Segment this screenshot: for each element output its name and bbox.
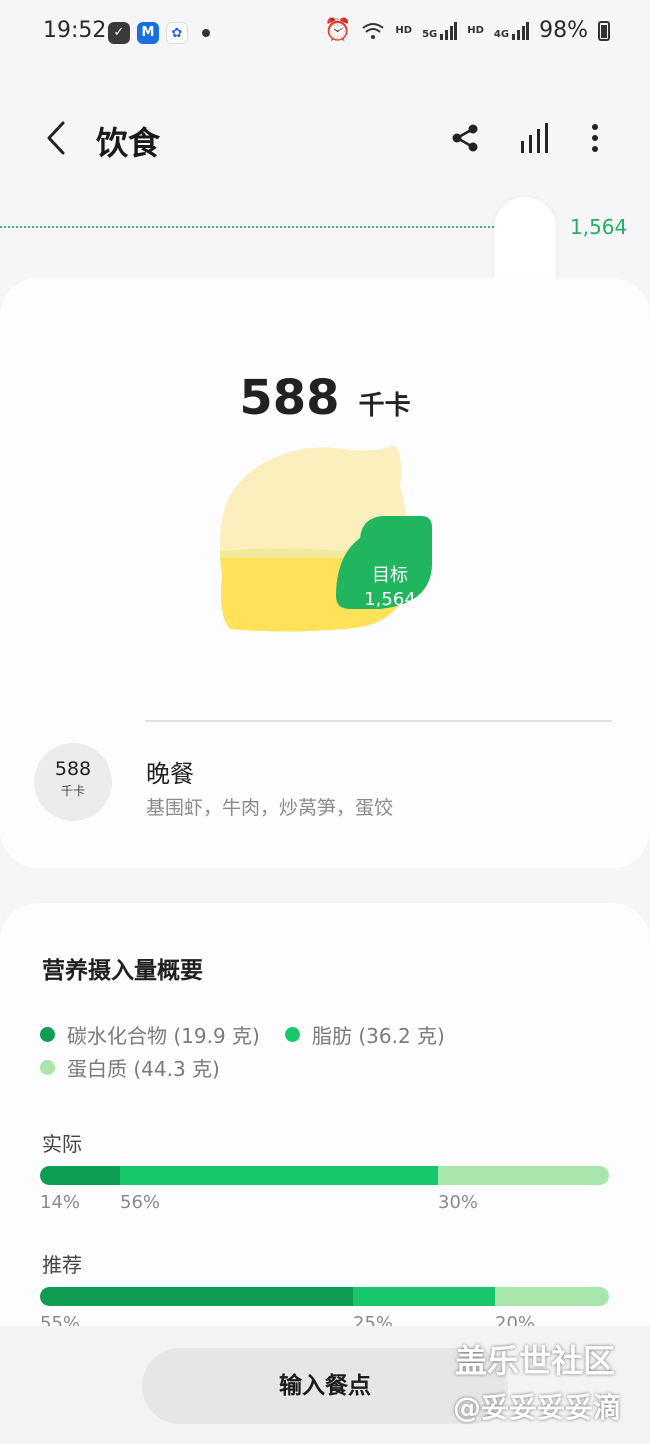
network-type-1: 5G: [422, 28, 438, 40]
legend-dot: [40, 1060, 55, 1075]
calorie-value: 588: [239, 370, 340, 426]
bottom-action-area: 输入餐点 盖乐世社区 @妥妥妥妥滴: [0, 1326, 650, 1444]
actual-bar: [40, 1166, 609, 1185]
watermark-line-2: @妥妥妥妥滴: [453, 1391, 622, 1424]
network-type-2: 4G: [493, 28, 510, 40]
notification-app-icon: ✓: [108, 22, 130, 44]
notification-m-icon: M: [137, 22, 159, 44]
recommended-label: 推荐: [42, 1253, 82, 1277]
app-header: 饮食: [0, 96, 650, 180]
calorie-card: 588 千卡 目标 1,564 588 千卡 晚餐 基围虾，牛肉，炒莴笋，蛋饺: [0, 278, 650, 868]
fat-segment: [352, 1287, 496, 1306]
protein-segment: [495, 1287, 609, 1306]
hd-badge-1: HD: [395, 25, 413, 36]
more-options-button[interactable]: [575, 118, 615, 158]
legend-dot: [40, 1027, 55, 1042]
meal-calorie-badge: 588 千卡: [34, 743, 112, 821]
legend-protein-label: 蛋白质 (44.3 克): [67, 1057, 220, 1081]
legend-protein: 蛋白质 (44.3 克): [40, 1053, 220, 1082]
status-right: ⏰ HD 5G HD 4G 98%: [324, 18, 610, 43]
legend-carbs: 碳水化合物 (19.9 克): [40, 1020, 260, 1049]
signal-icon: [440, 21, 458, 40]
actual-label: 实际: [42, 1132, 82, 1156]
share-button[interactable]: [445, 118, 485, 158]
wifi-icon: [362, 22, 385, 39]
trends-button[interactable]: [514, 118, 554, 158]
signal-1: 5G: [422, 21, 458, 40]
carbs-segment: [40, 1166, 120, 1185]
divider: [145, 720, 612, 722]
hd-badge-2: HD: [467, 25, 484, 36]
carbs-percent: 14%: [40, 1192, 81, 1213]
signal-2: 4G: [493, 21, 530, 40]
meal-calorie-value: 588: [54, 758, 92, 780]
legend-fat-label: 脂肪 (36.2 克): [312, 1024, 445, 1048]
calorie-fill-graphic: [219, 446, 432, 632]
goal-strip: 1,564: [0, 195, 650, 307]
goal-line-label: 1,564: [570, 215, 628, 239]
back-button[interactable]: [36, 118, 76, 158]
watermark-line-1: 盖乐世社区: [455, 1342, 616, 1380]
meal-foods[interactable]: 基围虾，牛肉，炒莴笋，蛋饺: [146, 793, 393, 820]
calorie-total: 588 千卡: [0, 370, 650, 426]
share-icon: [452, 124, 478, 152]
signal-icon: [512, 21, 530, 40]
battery-icon: [598, 20, 610, 41]
legend-dot: [285, 1027, 300, 1042]
page-title: 饮食: [96, 124, 161, 162]
legend-fat: 脂肪 (36.2 克): [285, 1020, 445, 1049]
notification-paw-icon: ✿: [166, 22, 188, 44]
fat-percent: 56%: [120, 1192, 161, 1213]
status-bar: 19:52 ✓ M ✿ ⏰ HD 5G HD 4G 98%: [0, 0, 650, 66]
alarm-icon: ⏰: [324, 18, 352, 43]
calorie-unit: 千卡: [358, 391, 411, 421]
meal-calorie-unit: 千卡: [60, 784, 85, 798]
meal-name[interactable]: 晚餐: [146, 754, 194, 789]
protein-segment: [438, 1166, 609, 1185]
protein-percent: 30%: [438, 1192, 479, 1213]
carbs-segment: [40, 1287, 353, 1306]
bar-chart-icon: [521, 123, 548, 153]
goal-badge-value: 1,564: [364, 589, 416, 610]
status-time: 19:52: [43, 18, 107, 43]
chevron-left-icon: [47, 121, 65, 155]
goal-line: [0, 226, 494, 228]
goal-badge-label: 目标: [372, 565, 408, 586]
fat-segment: [119, 1166, 439, 1185]
battery-percent: 98%: [539, 18, 588, 43]
notification-more-dot: [202, 29, 210, 37]
nutrition-title: 营养摄入量概要: [42, 958, 203, 984]
recommended-bar: [40, 1287, 609, 1306]
legend-carbs-label: 碳水化合物 (19.9 克): [67, 1024, 260, 1048]
more-vertical-icon: [592, 124, 598, 152]
goal-badge-text: 目标 1,564: [345, 564, 435, 612]
